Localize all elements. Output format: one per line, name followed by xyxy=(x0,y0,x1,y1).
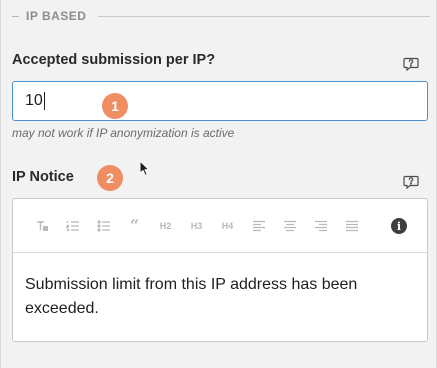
section-divider xyxy=(98,15,430,17)
ip-notice-editor[interactable]: “ H2 H3 H4 i Submission limit from this … xyxy=(12,198,428,342)
heading-2-icon[interactable]: H2 xyxy=(157,217,174,234)
align-center-icon[interactable] xyxy=(281,217,298,234)
align-justify-icon[interactable] xyxy=(343,217,360,234)
ordered-list-icon[interactable] xyxy=(64,217,81,234)
step-badge-2: 2 xyxy=(97,165,123,191)
editor-toolbar: “ H2 H3 H4 i xyxy=(13,199,427,253)
align-left-icon[interactable] xyxy=(250,217,267,234)
mouse-pointer-icon xyxy=(139,160,150,177)
align-right-icon[interactable] xyxy=(312,217,329,234)
heading-3-icon[interactable]: H3 xyxy=(188,217,205,234)
panel-left-border xyxy=(0,0,1,368)
submission-limit-input[interactable]: 10 xyxy=(12,81,428,121)
submission-limit-value: 10 xyxy=(25,92,43,109)
heading-4-icon[interactable]: H4 xyxy=(219,217,236,234)
help-bubble-icon[interactable] xyxy=(403,57,419,71)
clear-format-icon[interactable] xyxy=(33,217,50,234)
info-icon[interactable]: i xyxy=(391,218,407,234)
unordered-list-icon[interactable] xyxy=(95,217,112,234)
blockquote-icon[interactable]: “ xyxy=(126,216,143,235)
ip-notice-label: IP Notice xyxy=(12,169,74,185)
text-caret xyxy=(43,92,45,110)
section-dash xyxy=(12,15,19,17)
help-bubble-icon[interactable] xyxy=(403,175,419,189)
submission-limit-hint: may not work if IP anonymization is acti… xyxy=(12,126,235,140)
section-header: IP BASED xyxy=(12,8,430,24)
submission-limit-label: Accepted submission per IP? xyxy=(12,52,216,68)
step-badge-1: 1 xyxy=(102,93,128,119)
section-title: IP BASED xyxy=(26,9,87,23)
editor-content[interactable]: Submission limit from this IP address ha… xyxy=(13,253,427,321)
